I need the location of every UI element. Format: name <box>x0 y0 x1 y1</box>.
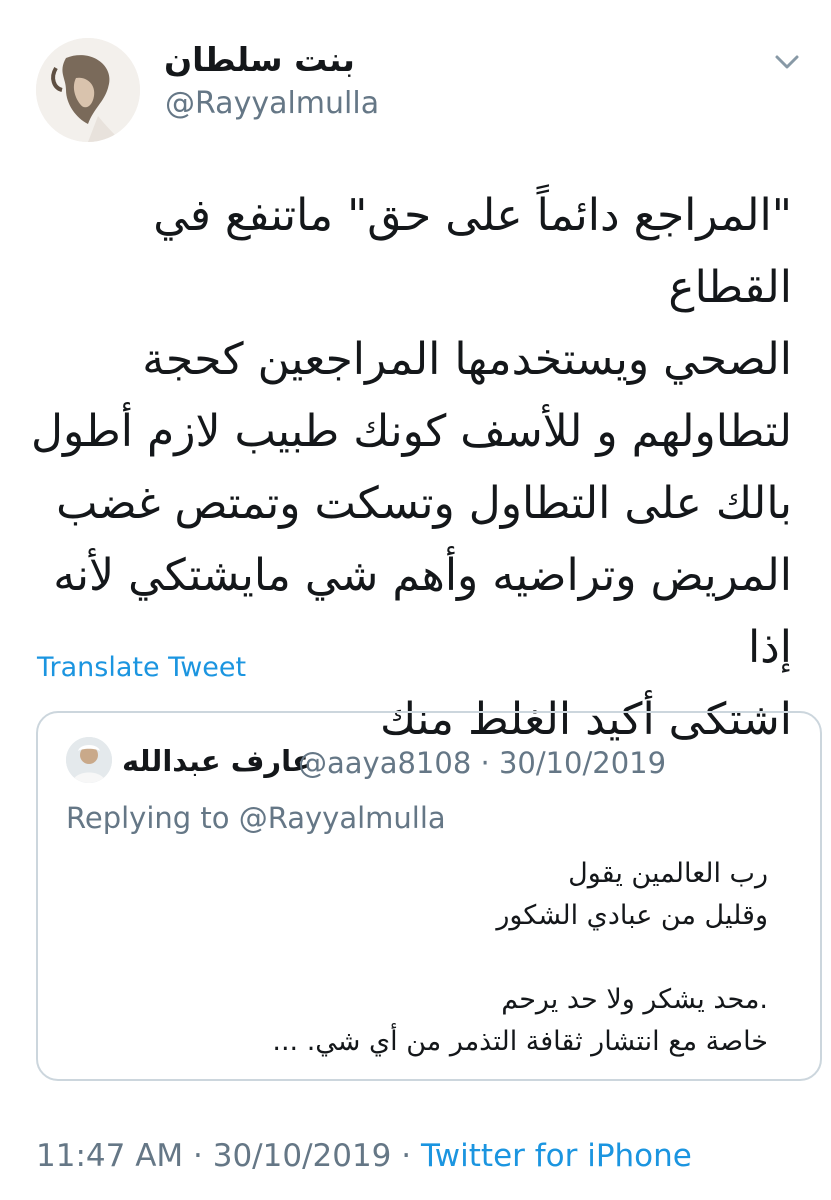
quoted-tweet-card[interactable]: عارف عبدالله @aaya8108 · 30/10/2019 Repl… <box>36 711 822 1081</box>
quoted-date: 30/10/2019 <box>498 746 667 780</box>
footer-separator: · <box>401 1138 412 1174</box>
quoted-line: خاصة مع انتشار ثقافة التذمر من أي شي. ..… <box>272 1026 768 1057</box>
quoted-author-avatar <box>66 737 112 783</box>
quoted-text: رب العالمين يقول وقليل من عبادي الشكور .… <box>178 853 768 1063</box>
quoted-line: .محد يشكر ولا حد يرحم <box>501 984 768 1015</box>
quoted-display-name: عارف عبدالله <box>122 744 312 778</box>
author-handle[interactable]: @Rayyalmulla <box>165 86 379 121</box>
quoted-line: وقليل من عبادي الشكور <box>496 900 768 931</box>
tweet-source-link[interactable]: Twitter for iPhone <box>421 1138 692 1174</box>
quoted-meta: @aaya8108 · 30/10/2019 <box>298 746 666 780</box>
chevron-down-icon[interactable] <box>771 46 803 78</box>
quoted-line: رب العالمين يقول <box>568 858 768 889</box>
quoted-handle: @aaya8108 <box>298 746 472 780</box>
tweet-time[interactable]: 11:47 AM <box>36 1138 183 1174</box>
tweet-date[interactable]: 30/10/2019 <box>213 1138 392 1174</box>
author-avatar[interactable] <box>36 38 140 142</box>
quoted-line-gap <box>178 937 768 979</box>
meta-separator: · <box>480 746 490 780</box>
translate-tweet-link[interactable]: Translate Tweet <box>37 652 246 683</box>
author-display-name[interactable]: بنت سلطان <box>164 40 355 79</box>
footer-separator: · <box>193 1138 203 1174</box>
replying-to: Replying to @Rayyalmulla <box>66 801 446 835</box>
tweet-footer: 11:47 AM · 30/10/2019 · Twitter for iPho… <box>36 1138 692 1174</box>
